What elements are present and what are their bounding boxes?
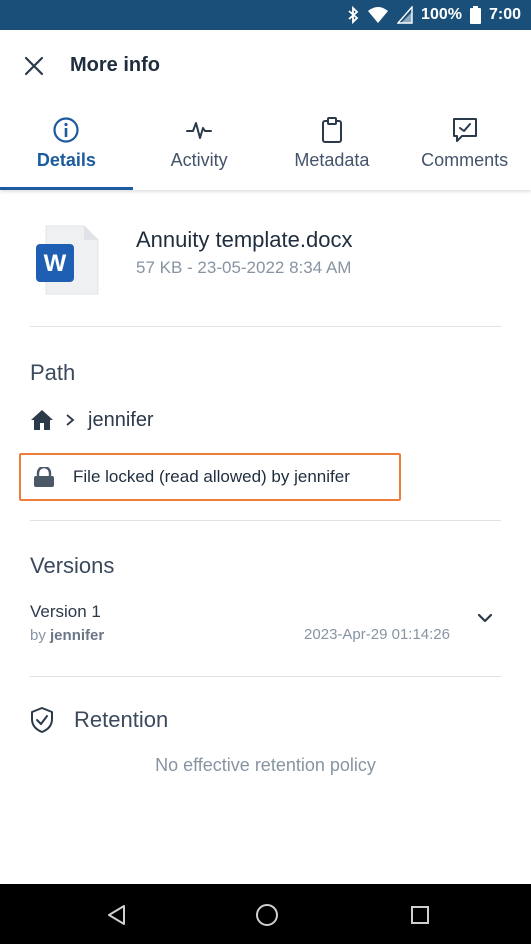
version-item[interactable]: Version 1 by jennifer 2023-Apr-29 01:14:…	[30, 600, 501, 652]
home-icon[interactable]	[30, 409, 54, 431]
file-lock-status[interactable]: File locked (read allowed) by jennifer	[19, 453, 401, 501]
breadcrumb-folder[interactable]: jennifer	[88, 409, 154, 432]
tab-label: Metadata	[294, 150, 370, 170]
status-bar: 100% 7:00	[0, 0, 531, 30]
shield-check-icon	[31, 707, 53, 733]
version-author: by jennifer	[30, 627, 105, 644]
page-title: More info	[70, 54, 160, 76]
version-name: Version 1	[30, 602, 101, 621]
tab-details[interactable]: Details	[0, 102, 133, 190]
path-title: Path	[30, 360, 76, 385]
back-triangle-icon	[108, 905, 125, 925]
retention-title: Retention	[74, 707, 169, 732]
file-name: Annuity template.docx	[136, 227, 353, 252]
battery-percent: 100%	[421, 6, 462, 23]
lock-text: File locked (read allowed) by jennifer	[73, 467, 350, 486]
retention-header: Retention	[30, 706, 168, 734]
tab-comments[interactable]: Comments	[398, 102, 531, 190]
file-header: W Annuity template.docx 57 KB - 23-05-20…	[0, 190, 531, 326]
lock-icon	[34, 467, 54, 487]
divider	[30, 676, 501, 677]
chevron-right-icon	[66, 414, 75, 426]
info-icon	[53, 117, 79, 143]
bluetooth-icon	[348, 6, 359, 24]
clock: 7:00	[488, 6, 521, 23]
system-nav-bar	[0, 884, 531, 944]
recents-square-icon	[411, 906, 429, 924]
chevron-down-icon[interactable]	[475, 608, 495, 628]
clipboard-icon	[321, 117, 342, 143]
tab-label: Comments	[421, 150, 509, 170]
word-document-icon: W	[36, 225, 99, 295]
close-button[interactable]	[18, 50, 50, 82]
version-date: 2023-Apr-29 01:14:26	[304, 626, 450, 643]
retention-empty-text: No effective retention policy	[155, 755, 376, 775]
svg-text:W: W	[44, 250, 67, 277]
tab-activity[interactable]: Activity	[133, 102, 266, 190]
battery-icon	[469, 6, 481, 24]
tab-label: Details	[36, 150, 96, 170]
tab-metadata[interactable]: Metadata	[266, 102, 399, 190]
file-meta: 57 KB - 23-05-2022 8:34 AM	[136, 258, 352, 277]
app-bar: More info	[0, 30, 531, 102]
breadcrumb: jennifer	[30, 404, 154, 436]
status-icons: 100% 7:00	[347, 0, 521, 30]
activity-icon	[186, 122, 213, 139]
close-icon	[24, 56, 44, 76]
home-circle-icon	[256, 904, 278, 926]
tab-bar: Details Activity Metadata Comments	[0, 102, 531, 190]
home-nav-button[interactable]	[252, 900, 282, 930]
back-button[interactable]	[102, 900, 132, 930]
divider	[30, 520, 501, 521]
wifi-icon	[368, 7, 389, 23]
recents-button[interactable]	[405, 900, 435, 930]
versions-title: Versions	[30, 553, 115, 578]
signal-icon	[397, 6, 413, 24]
comment-check-icon	[452, 118, 477, 142]
divider	[30, 326, 501, 327]
tab-label: Activity	[170, 150, 228, 170]
